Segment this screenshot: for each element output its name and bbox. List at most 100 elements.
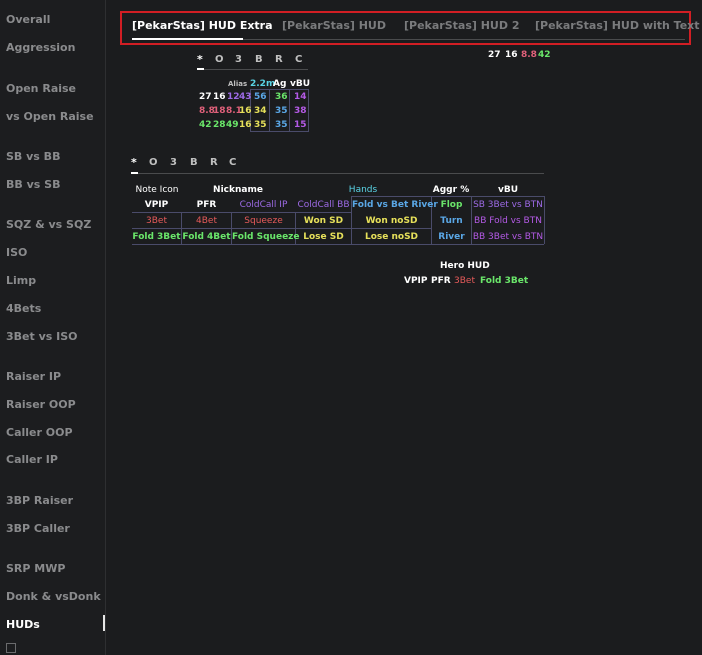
top-stat-vpip: 27 bbox=[488, 50, 501, 60]
mini-hud-cell: 35 bbox=[275, 106, 288, 116]
mini-hud-cell: 16 bbox=[213, 92, 226, 102]
mini-hud-tab-c[interactable]: C bbox=[295, 54, 302, 65]
main-hud-cell-sb-3bet-vs-btn: SB 3Bet vs BTN bbox=[473, 200, 543, 210]
main-hud-nickname: Nickname bbox=[213, 185, 263, 195]
main-hud-tab-c[interactable]: C bbox=[229, 157, 236, 168]
tab-hud-extra[interactable]: [PekarStas] HUD Extra bbox=[132, 19, 273, 32]
sidebar-item-caller-oop[interactable]: Caller OOP bbox=[6, 426, 73, 439]
main-hud-tab-b[interactable]: B bbox=[190, 157, 198, 168]
sidebar-item-caller-ip[interactable]: Caller IP bbox=[6, 453, 58, 466]
sidebar-item-3bet-vs-iso[interactable]: 3Bet vs ISO bbox=[6, 330, 78, 343]
sidebar-item-limp[interactable]: Limp bbox=[6, 274, 36, 287]
mini-hud-cell: 16 bbox=[239, 106, 252, 116]
hero-hud-title: Hero HUD bbox=[440, 261, 490, 271]
main-hud-tab-all[interactable]: * bbox=[131, 156, 137, 169]
mini-hud-cell: 35 bbox=[254, 120, 267, 130]
mini-hud-cell: 12 bbox=[227, 92, 240, 102]
mini-hud-grid bbox=[289, 89, 290, 132]
mini-hud-cell: 35 bbox=[275, 120, 288, 130]
tab-hud-2[interactable]: [PekarStas] HUD 2 bbox=[404, 19, 519, 32]
mini-hud-cell: 49 bbox=[226, 120, 239, 130]
mini-hud-tab-r[interactable]: R bbox=[275, 54, 283, 65]
sidebar-item-vs-open-raise[interactable]: vs Open Raise bbox=[6, 110, 94, 123]
mini-hud-cell: 16 bbox=[239, 120, 252, 130]
main-hud-cell-fold-vs-bet-river: Fold vs Bet River bbox=[352, 200, 438, 210]
main-hud-tab-o[interactable]: O bbox=[149, 157, 158, 168]
mini-hud-tab-o[interactable]: O bbox=[215, 54, 224, 65]
mini-hud-divider bbox=[197, 69, 308, 70]
sidebar-item-sb-vs-bb[interactable]: SB vs BB bbox=[6, 150, 60, 163]
main-hud-cell-fold-3bet: Fold 3Bet bbox=[132, 232, 181, 242]
sidebar-item-aggression[interactable]: Aggression bbox=[6, 41, 75, 54]
mini-hud-col-vbu: vBU bbox=[290, 79, 311, 89]
main-hud-divider bbox=[131, 173, 544, 174]
main-hud-cell-won-nosd: Won noSD bbox=[365, 216, 418, 226]
main-hud-cell-4bet: 4Bet bbox=[196, 216, 217, 226]
sidebar-item-4bets[interactable]: 4Bets bbox=[6, 302, 41, 315]
sidebar-item-donk[interactable]: Donk & vsDonk bbox=[6, 590, 101, 603]
sidebar-item-huds[interactable]: HUDs bbox=[6, 618, 40, 631]
mini-hud-cell: 34 bbox=[254, 106, 267, 116]
hero-hud-pfr: PFR bbox=[431, 276, 451, 286]
hero-hud-3bet: 3Bet bbox=[454, 276, 475, 286]
main-hud-cell-flop: Flop bbox=[440, 200, 463, 210]
main-hud-grid bbox=[351, 196, 544, 197]
main-hud-cell-river: River bbox=[438, 232, 465, 242]
main-hud-vbu: vBU bbox=[497, 185, 519, 195]
main-hud-cell-lose-nosd: Lose noSD bbox=[364, 232, 419, 242]
main-hud-cell-fold-4bet: Fold 4Bet bbox=[182, 232, 231, 242]
main-hud-grid bbox=[132, 228, 431, 229]
mini-hud-cell: 42 bbox=[199, 120, 212, 130]
sidebar-item-3bp-raiser[interactable]: 3BP Raiser bbox=[6, 494, 73, 507]
main-hud-tab-r[interactable]: R bbox=[210, 157, 218, 168]
top-stat-pfr: 16 bbox=[505, 50, 518, 60]
mini-hud-cell: 56 bbox=[254, 92, 267, 102]
mini-hud-col-hands: 2.2m bbox=[250, 79, 276, 89]
mini-hud-tab-3[interactable]: 3 bbox=[235, 54, 242, 65]
mini-hud-tab-all[interactable]: * bbox=[197, 53, 203, 66]
main-hud-tab-indicator bbox=[131, 172, 138, 174]
tab-hud-with-text[interactable]: [PekarStas] HUD with Text bbox=[535, 19, 700, 32]
top-stat-3bet: 8.8 bbox=[521, 50, 537, 60]
main-hud-tab-3[interactable]: 3 bbox=[170, 157, 177, 168]
main-hud-cell-bb-fold-vs-btn: BB Fold vs BTN bbox=[474, 216, 542, 226]
main-hud-cell-squeeze: Squeeze bbox=[244, 216, 283, 226]
main-hud-cell-lose-sd: Lose SD bbox=[303, 232, 344, 242]
sidebar-item-3bp-caller[interactable]: 3BP Caller bbox=[6, 522, 70, 535]
main-hud-cell-turn: Turn bbox=[440, 216, 463, 226]
mini-hud-tab-b[interactable]: B bbox=[255, 54, 263, 65]
sidebar-item-sqz[interactable]: SQZ & vs SQZ bbox=[6, 218, 91, 231]
mini-hud-cell: 38 bbox=[294, 106, 307, 116]
mini-hud-grid bbox=[250, 89, 308, 90]
mini-hud-tab-indicator bbox=[197, 68, 204, 70]
sidebar-item-iso[interactable]: ISO bbox=[6, 246, 27, 259]
sidebar-item-open-raise[interactable]: Open Raise bbox=[6, 82, 76, 95]
sidebar-item-bb-vs-sb[interactable]: BB vs SB bbox=[6, 178, 60, 191]
main-hud-hands: Hands bbox=[348, 185, 378, 195]
main-hud-cell-pfr: PFR bbox=[196, 200, 217, 210]
sidebar-item-raiser-oop[interactable]: Raiser OOP bbox=[6, 398, 76, 411]
tab-hud[interactable]: [PekarStas] HUD bbox=[282, 19, 386, 32]
sidebar-item-raiser-ip[interactable]: Raiser IP bbox=[6, 370, 61, 383]
mini-hud-col-alias: Alias bbox=[228, 80, 248, 88]
image-icon[interactable] bbox=[6, 643, 16, 653]
top-stat-fold3bet: 42 bbox=[538, 50, 551, 60]
hero-hud-fold-3bet: Fold 3Bet bbox=[480, 276, 529, 286]
hero-hud-vpip: VPIP bbox=[404, 276, 428, 286]
sidebar-item-srp-mwp[interactable]: SRP MWP bbox=[6, 562, 65, 575]
sidebar-item-overall[interactable]: Overall bbox=[6, 13, 50, 26]
mini-hud-cell: 15 bbox=[294, 120, 307, 130]
sidebar: Overall Aggression Open Raise vs Open Ra… bbox=[0, 0, 106, 655]
main-hud-grid bbox=[132, 244, 544, 245]
mini-hud-cell: 43 bbox=[239, 92, 252, 102]
mini-hud-cell: 36 bbox=[275, 92, 288, 102]
main-hud-cell-won-sd: Won SD bbox=[303, 216, 344, 226]
mini-hud-cell: 28 bbox=[213, 120, 226, 130]
main-hud-cell-fold-squeeze: Fold Squeeze bbox=[232, 232, 300, 242]
main-hud-grid bbox=[544, 196, 545, 244]
main-hud-grid bbox=[132, 212, 351, 213]
mini-hud-col-ag: Ag bbox=[273, 79, 287, 89]
mini-hud-grid bbox=[308, 89, 309, 132]
main-hud-aggr: Aggr % bbox=[432, 185, 470, 195]
sidebar-active-indicator bbox=[103, 615, 105, 631]
